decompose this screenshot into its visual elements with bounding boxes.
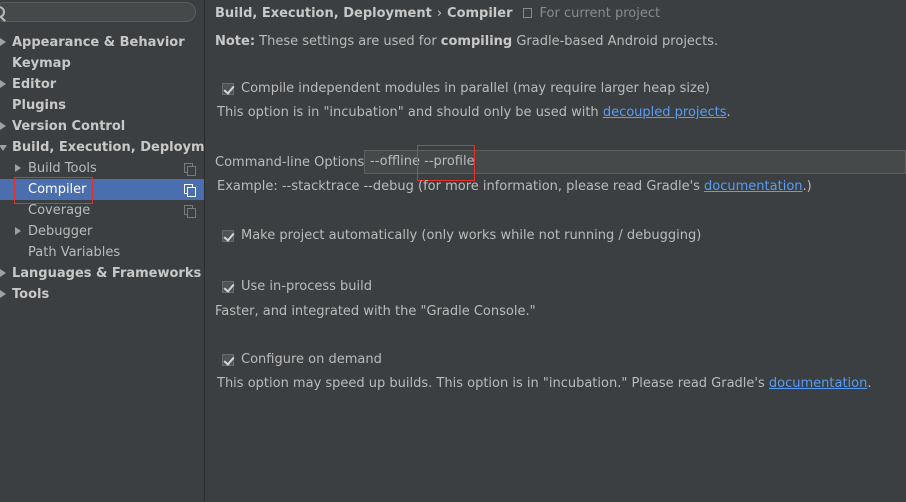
breadcrumb-separator: › [436,6,443,21]
project-scope-icon [522,8,532,18]
sidebar-item-label: Keymap [12,56,71,71]
project-scope-icon [184,163,196,176]
sidebar-item-label: Version Control [12,119,126,134]
note-body: These settings are used for [255,34,441,49]
command-line-hint-text: Example: --stacktrace --debug (for more … [217,179,705,194]
note-text: Note: These settings are used for compil… [215,34,718,49]
sidebar-item-debugger[interactable]: Debugger [0,221,204,242]
command-line-hint-end: .) [802,179,812,194]
parallel-checkbox[interactable] [222,83,234,95]
sidebar-item-version-control[interactable]: Version Control [0,116,204,137]
settings-sidebar: Appearance & Behavior Keymap Editor Plug… [0,0,229,502]
sidebar-item-build-tools[interactable]: Build Tools [0,158,204,179]
decoupled-projects-link[interactable]: decoupled projects [603,105,727,120]
expand-arrow-icon[interactable] [0,269,6,277]
gradle-documentation-link[interactable]: documentation [704,179,802,194]
command-line-label: Command-line Options: [215,155,369,170]
scope-label: For current project [539,6,661,21]
settings-content: Build, Execution, Deployment › Compiler For… [205,0,906,502]
collapse-arrow-icon[interactable] [0,145,7,151]
sidebar-item-label: Tools [12,287,50,302]
configure-on-demand-checkbox[interactable] [222,354,234,366]
in-process-build-label[interactable]: Use in-process build [241,279,372,294]
in-process-build-checkbox[interactable] [222,281,234,293]
note-body-end: Gradle-based Android projects. [512,34,719,49]
configure-on-demand-hint-end: . [867,376,872,391]
in-process-build-hint: Faster, and integrated with the "Gradle … [215,304,536,319]
sidebar-item-keymap[interactable]: Keymap [0,53,204,74]
search-icon [0,6,5,18]
configure-on-demand-hint: This option may speed up builds. This op… [217,376,872,391]
expand-arrow-icon[interactable] [0,290,6,298]
parallel-hint-text: This option is in "incubation" and shoul… [217,105,603,120]
parallel-hint-end: . [726,105,731,120]
project-scope-icon [184,184,196,197]
sidebar-item-build-execution-deployment[interactable]: Build, Execution, Deployment [0,137,229,158]
configure-on-demand-hint-text: This option may speed up builds. This op… [217,376,769,391]
expand-arrow-icon[interactable] [15,164,21,172]
expand-arrow-icon[interactable] [0,80,6,88]
sidebar-item-label: Languages & Frameworks [12,266,202,281]
note-prefix: Note: [215,34,256,49]
sidebar-item-label: Build Tools [28,161,97,176]
search-field[interactable] [0,2,196,22]
sidebar-item-label: Path Variables [28,245,121,260]
parallel-hint: This option is in "incubation" and shoul… [217,105,731,120]
sidebar-item-path-variables[interactable]: Path Variables [0,242,204,263]
make-automatically-checkbox[interactable] [222,230,234,242]
sidebar-item-label: Appearance & Behavior [12,35,185,50]
annotation-highlight-box [417,145,475,181]
parallel-label[interactable]: Compile independent modules in parallel … [241,81,710,96]
note-emphasis: compiling [440,34,513,49]
configure-on-demand-label[interactable]: Configure on demand [241,352,382,367]
sidebar-item-label: Editor [12,77,57,92]
breadcrumb-parent: Build, Execution, Deployment [215,6,432,21]
expand-arrow-icon[interactable] [0,122,6,130]
expand-arrow-icon[interactable] [15,227,21,235]
annotation-highlight-box [14,177,93,204]
sidebar-item-label: Debugger [28,224,93,239]
sidebar-item-appearance-behavior[interactable]: Appearance & Behavior [0,32,204,53]
sidebar-item-label: Build, Execution, Deployment [12,140,229,155]
breadcrumb-current: Compiler [447,6,513,21]
sidebar-item-plugins[interactable]: Plugins [0,95,204,116]
gradle-documentation-link[interactable]: documentation [769,376,867,391]
sidebar-item-languages-frameworks[interactable]: Languages & Frameworks [0,263,204,284]
sidebar-item-label: Plugins [12,98,66,113]
expand-arrow-icon[interactable] [0,38,6,46]
sidebar-item-editor[interactable]: Editor [0,74,204,95]
make-automatically-label[interactable]: Make project automatically (only works w… [241,228,701,243]
command-line-hint: Example: --stacktrace --debug (for more … [217,179,812,194]
sidebar-item-tools[interactable]: Tools [0,284,204,305]
breadcrumb: Build, Execution, Deployment › Compiler For… [215,6,660,21]
project-scope-icon [184,205,196,218]
